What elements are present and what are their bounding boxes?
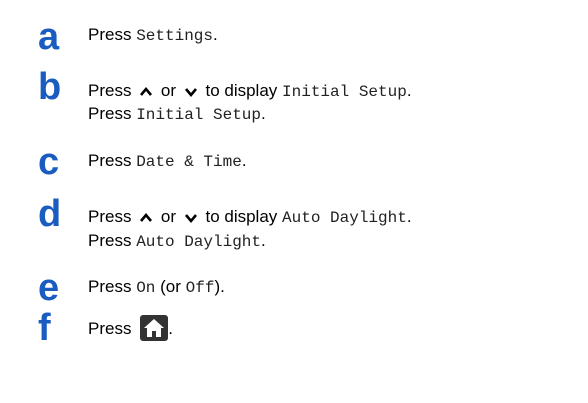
step-text: Press Auto Daylight. — [88, 231, 266, 251]
menu-option: Initial Setup — [282, 83, 407, 101]
step-letter: c — [38, 141, 60, 183]
menu-option: Auto Daylight — [136, 233, 262, 251]
menu-option: Settings — [136, 27, 213, 45]
menu-option: On — [136, 279, 156, 297]
step-text: Press or to display Initial Setup. — [88, 81, 412, 101]
step-text: Press or to display Auto Daylight. — [88, 207, 412, 227]
menu-option: Date & Time — [136, 153, 242, 171]
step-text: Press . — [88, 314, 173, 341]
step-letter: f — [38, 307, 51, 349]
chevron-up-icon — [140, 86, 153, 96]
step-letter: a — [38, 16, 60, 58]
step-letter: b — [38, 66, 62, 108]
step-text: Press Date & Time. — [88, 151, 247, 171]
menu-option: Off — [185, 279, 215, 297]
chevron-up-icon — [140, 212, 153, 222]
step-text: Press Initial Setup. — [88, 104, 266, 124]
step-text: Press On (or Off). — [88, 277, 225, 297]
step-text: Press Settings. — [88, 25, 218, 45]
step-letter: d — [38, 193, 62, 235]
home-icon — [140, 314, 169, 341]
menu-option: Initial Setup — [136, 106, 262, 124]
menu-option: Auto Daylight — [282, 209, 407, 227]
step-letter: e — [38, 267, 60, 309]
chevron-down-icon — [184, 213, 197, 223]
chevron-down-icon — [184, 87, 197, 97]
